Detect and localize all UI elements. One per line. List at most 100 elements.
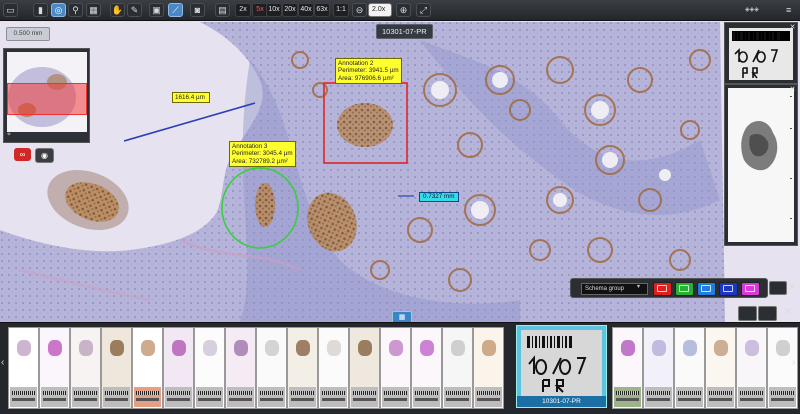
zoom-2x[interactable]: 2x bbox=[235, 3, 251, 17]
slide-thumbnail[interactable] bbox=[132, 327, 163, 409]
zoom-out-icon[interactable]: ⊖ bbox=[352, 3, 367, 17]
camera-icon[interactable]: ◙ bbox=[190, 3, 205, 17]
grid-icon[interactable] bbox=[758, 306, 777, 321]
label-text-mark bbox=[353, 398, 376, 401]
thumbnail-label bbox=[258, 387, 285, 407]
grid2-icon[interactable]: ▤ bbox=[215, 3, 230, 17]
slide-thumbnail[interactable] bbox=[287, 327, 318, 409]
slide-thumbnail[interactable] bbox=[39, 327, 70, 409]
slide-thumbnail[interactable] bbox=[349, 327, 380, 409]
chevron-left-icon[interactable]: ‹ bbox=[1, 356, 8, 370]
selected-slide-thumbnail[interactable]: 10301-07-PR bbox=[516, 325, 607, 408]
barcode-icon bbox=[74, 391, 97, 395]
slide-viewer[interactable]: ▭ ▮ ◎ ⚲ ▦ ✋ ✎ ▣ ⟋ ◙ ▤ 2x 5x 10x 20x 40x … bbox=[0, 0, 800, 322]
slide-thumbnail[interactable] bbox=[318, 327, 349, 409]
slide-thumbnail[interactable] bbox=[612, 327, 643, 409]
barcode-icon bbox=[415, 391, 438, 395]
thumbnail-label bbox=[707, 387, 734, 407]
thumbnail-tissue bbox=[296, 340, 310, 356]
zoom-63x[interactable]: 63x bbox=[314, 3, 330, 17]
slide-macro-image bbox=[728, 88, 794, 242]
pin-icon[interactable]: ⌖ bbox=[7, 131, 13, 140]
layers-icon[interactable] bbox=[769, 281, 787, 295]
close-icon[interactable]: ✕ bbox=[789, 86, 796, 93]
overview-thumbnail[interactable] bbox=[7, 52, 87, 132]
search-icon[interactable]: ⚲ bbox=[68, 3, 83, 17]
hand-icon[interactable]: ✋ bbox=[110, 3, 125, 17]
pen-icon[interactable]: ✎ bbox=[127, 3, 142, 17]
thumbnail-label bbox=[413, 387, 440, 407]
schema-color-magenta[interactable] bbox=[741, 282, 760, 296]
label-text-mark bbox=[43, 398, 66, 401]
thumbnail-tissue bbox=[265, 340, 279, 356]
chevron-right-icon[interactable]: › bbox=[792, 356, 799, 370]
zoom-input[interactable]: 2.0x bbox=[368, 3, 392, 17]
slide-panel[interactable]: ✕ bbox=[724, 84, 798, 246]
grid-icon[interactable]: ▦ bbox=[86, 3, 101, 17]
annotation-2-label[interactable]: Annotation 2 Perimeter: 3941.5 µm Area: … bbox=[335, 58, 402, 84]
schema-color-green[interactable] bbox=[675, 282, 694, 296]
barcode-icon bbox=[12, 391, 35, 395]
label-panel[interactable]: ✕ bbox=[724, 22, 798, 84]
slide-thumbnail[interactable] bbox=[163, 327, 194, 409]
settings-icon[interactable]: ◉ bbox=[35, 148, 54, 163]
viewport-indicator[interactable] bbox=[7, 83, 87, 115]
slide-thumbnail[interactable] bbox=[101, 327, 132, 409]
overview-panel[interactable]: ∞ ◉ ⌖ bbox=[3, 48, 90, 163]
thumbnail-label bbox=[41, 387, 68, 407]
line-icon[interactable]: ⟋ bbox=[168, 3, 183, 17]
slide-thumbnail[interactable] bbox=[256, 327, 287, 409]
slide-thumbnail[interactable] bbox=[380, 327, 411, 409]
shape-icon bbox=[745, 285, 755, 292]
barcode-icon bbox=[322, 391, 345, 395]
chevron-down-icon[interactable]: ▾ bbox=[637, 283, 640, 290]
barcode-icon bbox=[260, 391, 283, 395]
slide-thumbnail[interactable] bbox=[411, 327, 442, 409]
close-icon[interactable]: ✕ bbox=[789, 24, 796, 31]
expand-icon[interactable]: ⤢ bbox=[416, 3, 431, 17]
label-text-mark bbox=[291, 398, 314, 401]
label-text-mark bbox=[446, 398, 469, 401]
slide-thumbnail[interactable] bbox=[473, 327, 504, 409]
slide-thumbnail[interactable] bbox=[194, 327, 225, 409]
close-icon[interactable]: ✕ bbox=[779, 306, 796, 319]
list-icon[interactable] bbox=[738, 306, 757, 321]
zoom-40x[interactable]: 40x bbox=[298, 3, 314, 17]
shape-icon bbox=[657, 285, 667, 292]
thumbnail-tissue bbox=[683, 340, 697, 356]
slide-thumbnail[interactable] bbox=[674, 327, 705, 409]
barcode-icon bbox=[740, 391, 763, 395]
compass-icon[interactable]: ◎ bbox=[51, 3, 66, 17]
schema-color-blue[interactable] bbox=[697, 282, 716, 296]
image-icon[interactable]: ▣ bbox=[149, 3, 164, 17]
thumbnail-tissue bbox=[714, 340, 728, 356]
thumbnail-tissue bbox=[79, 340, 93, 356]
thumbnail-tissue bbox=[17, 340, 31, 356]
slide-thumbnail[interactable] bbox=[736, 327, 767, 409]
barcode-icon bbox=[167, 391, 190, 395]
slide-thumbnail[interactable] bbox=[442, 327, 473, 409]
zoom-10x[interactable]: 10x bbox=[266, 3, 282, 17]
label-text-mark bbox=[740, 398, 763, 401]
slide-thumbnail[interactable] bbox=[8, 327, 39, 409]
thumbnail-label bbox=[10, 387, 37, 407]
slide-thumbnail[interactable] bbox=[70, 327, 101, 409]
slide-thumbnail[interactable] bbox=[705, 327, 736, 409]
shape-icon bbox=[723, 285, 733, 292]
annotation-3-label[interactable]: Annotation 3 Perimeter: 3045.4 µm Area: … bbox=[229, 141, 296, 167]
zoom-in-icon[interactable]: ⊕ bbox=[396, 3, 411, 17]
barcode-icon bbox=[136, 391, 159, 395]
slide-thumbnail[interactable] bbox=[643, 327, 674, 409]
schema-color-darkblue[interactable] bbox=[719, 282, 738, 296]
glasses-icon[interactable]: ∞ bbox=[14, 148, 31, 161]
zoom-20x[interactable]: 20x bbox=[282, 3, 298, 17]
zoom-1to1[interactable]: 1:1 bbox=[333, 3, 349, 17]
schema-color-red[interactable] bbox=[653, 282, 672, 296]
slide-thumbnail[interactable] bbox=[225, 327, 256, 409]
label-text-mark bbox=[647, 398, 670, 401]
screen-icon[interactable]: ▭ bbox=[3, 3, 18, 17]
menu-icon[interactable]: ≡ bbox=[786, 3, 796, 17]
label-text-mark bbox=[12, 398, 35, 401]
close-icon[interactable]: ✕ bbox=[786, 281, 798, 293]
cursor-icon[interactable]: ▮ bbox=[33, 3, 48, 17]
